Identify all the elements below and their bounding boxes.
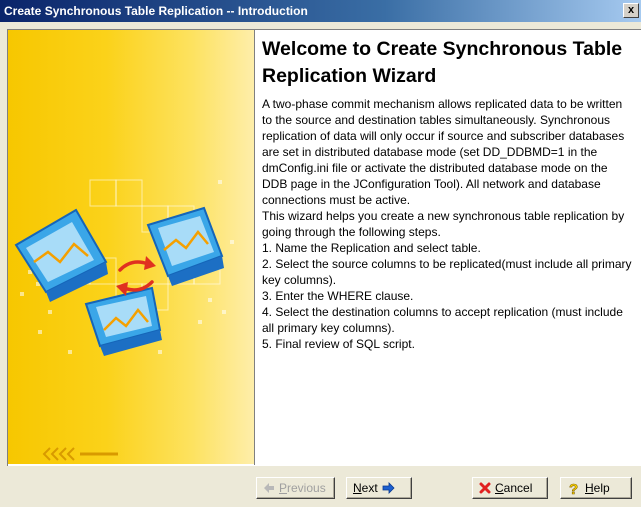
help-button[interactable]: ? Help	[560, 477, 632, 499]
wizard-step: 4. Select the destination columns to acc…	[262, 305, 623, 335]
cancel-x-icon	[479, 482, 491, 494]
wizard-steps-list: 1. Name the Replication and select table…	[262, 240, 632, 352]
wizard-side-banner	[8, 30, 254, 464]
monitor-right-icon	[146, 206, 224, 286]
wizard-step: 1. Name the Replication and select table…	[262, 241, 481, 255]
banner-chevrons-icon	[42, 447, 75, 461]
wizard-content: Welcome to Create Synchronous Table Repl…	[262, 36, 632, 352]
window-title: Create Synchronous Table Replication -- …	[4, 4, 308, 18]
wizard-step: 2. Select the source columns to be repli…	[262, 257, 632, 287]
monitor-left-icon	[14, 208, 108, 302]
help-question-icon: ?	[569, 481, 579, 495]
wizard-heading: Welcome to Create Synchronous Table Repl…	[262, 38, 623, 87]
panel-divider	[254, 30, 255, 465]
cancel-button[interactable]: Cancel	[472, 477, 548, 499]
monitor-bottom-icon	[84, 286, 162, 356]
wizard-step: 3. Enter the WHERE clause.	[262, 289, 414, 303]
close-button[interactable]: x	[623, 3, 639, 18]
close-icon: x	[627, 4, 635, 16]
arrow-right-icon	[382, 482, 395, 494]
next-button[interactable]: Next	[346, 477, 412, 499]
arrow-left-icon	[264, 483, 274, 493]
title-bar: Create Synchronous Table Replication -- …	[0, 0, 641, 22]
replication-illustration	[14, 179, 234, 461]
wizard-step: 5. Final review of SQL script.	[262, 337, 415, 351]
previous-button[interactable]: Previous	[256, 477, 335, 499]
svg-text:?: ?	[569, 481, 578, 495]
wizard-intro-text: A two-phase commit mechanism allows repl…	[262, 97, 625, 239]
